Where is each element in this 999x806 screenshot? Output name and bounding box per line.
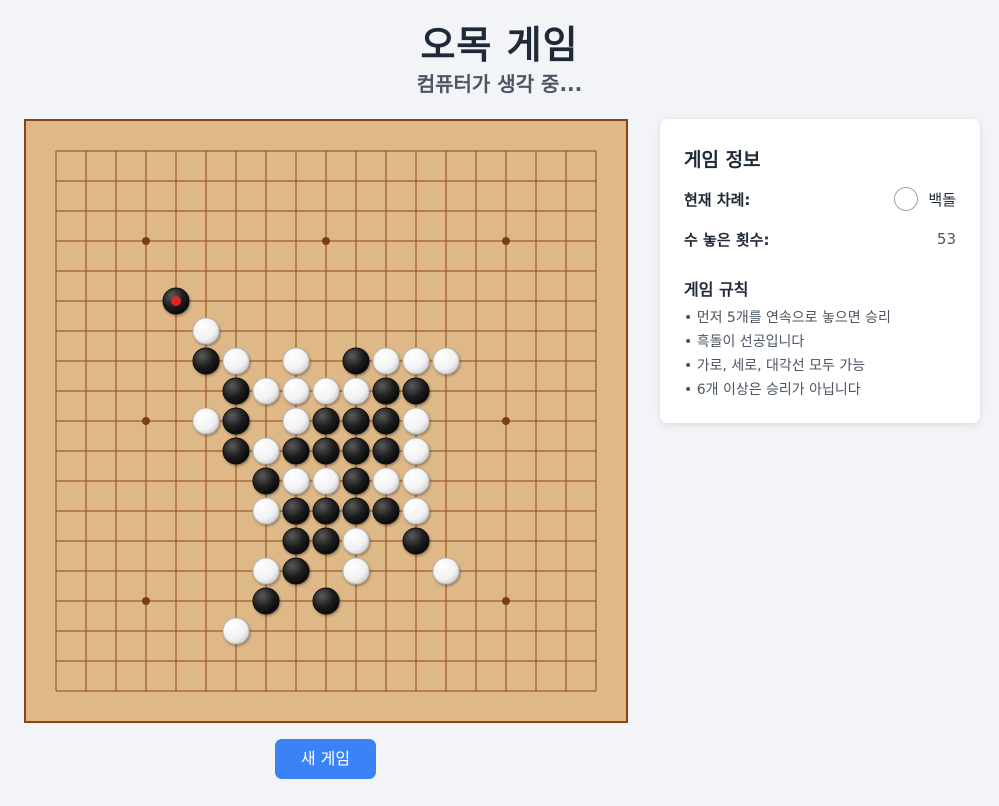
new-game-button[interactable]: 새 게임 — [275, 739, 376, 779]
white-stone — [222, 347, 250, 375]
board-grid[interactable] — [26, 121, 626, 721]
white-stone — [252, 437, 280, 465]
black-stone — [282, 437, 310, 465]
white-stone — [402, 407, 430, 435]
black-stone — [372, 377, 400, 405]
white-stone — [402, 347, 430, 375]
white-stone — [282, 377, 310, 405]
white-stone — [282, 347, 310, 375]
white-stone — [342, 527, 370, 555]
game-status: 컴퓨터가 생각 중... — [416, 72, 583, 96]
black-stone — [282, 497, 310, 525]
white-stone — [252, 377, 280, 405]
white-stone — [312, 467, 340, 495]
black-stone — [372, 407, 400, 435]
star-point — [502, 417, 510, 425]
rule-item: 가로, 세로, 대각선 모두 가능 — [684, 354, 891, 378]
rule-item: 흑돌이 선공입니다 — [684, 330, 891, 354]
moves-value: 53 — [936, 230, 956, 248]
star-point — [322, 237, 330, 245]
game-info-panel: 게임 정보 현재 차례: 백돌 수 놓은 횟수: 53 게임 규칙 먼저 5개를… — [660, 119, 980, 423]
black-stone — [402, 377, 430, 405]
moves-row: 수 놓은 횟수: 53 — [684, 225, 956, 253]
black-stone — [192, 347, 220, 375]
turn-indicator: 백돌 — [894, 187, 956, 211]
rule-item: 먼저 5개를 연속으로 놓으면 승리 — [684, 306, 891, 330]
white-stone — [432, 557, 460, 585]
star-point — [142, 417, 150, 425]
white-stone — [252, 497, 280, 525]
black-stone — [222, 407, 250, 435]
black-stone — [342, 347, 370, 375]
white-stone — [282, 407, 310, 435]
black-stone — [222, 377, 250, 405]
white-stone — [402, 497, 430, 525]
info-title: 게임 정보 — [684, 149, 761, 171]
star-point — [142, 237, 150, 245]
moves-label: 수 놓은 횟수: — [684, 230, 770, 249]
black-stone — [312, 527, 340, 555]
page-title: 오목 게임 — [420, 23, 579, 67]
black-stone — [312, 437, 340, 465]
star-point — [502, 597, 510, 605]
white-stone — [402, 467, 430, 495]
white-stone — [192, 317, 220, 345]
black-stone — [342, 407, 370, 435]
white-stone — [372, 467, 400, 495]
black-stone — [312, 587, 340, 615]
white-stone — [312, 377, 340, 405]
turn-row: 현재 차례: 백돌 — [684, 185, 956, 213]
white-stone — [342, 377, 370, 405]
white-stone — [252, 557, 280, 585]
black-stone — [282, 557, 310, 585]
white-stone — [222, 617, 250, 645]
black-stone — [252, 587, 280, 615]
black-stone — [372, 437, 400, 465]
black-stone — [312, 407, 340, 435]
turn-value: 백돌 — [928, 190, 956, 209]
omok-board[interactable] — [24, 119, 628, 723]
star-point — [502, 237, 510, 245]
black-stone — [402, 527, 430, 555]
star-point — [142, 597, 150, 605]
white-stone-icon — [894, 187, 919, 211]
black-stone — [342, 437, 370, 465]
white-stone — [372, 347, 400, 375]
black-stone — [372, 497, 400, 525]
black-stone — [312, 497, 340, 525]
white-stone — [432, 347, 460, 375]
last-move-marker — [171, 296, 181, 306]
black-stone — [222, 437, 250, 465]
white-stone — [402, 437, 430, 465]
white-stone — [282, 467, 310, 495]
black-stone — [282, 527, 310, 555]
white-stone — [192, 407, 220, 435]
rules-title: 게임 규칙 — [684, 280, 749, 299]
black-stone — [252, 467, 280, 495]
rule-item: 6개 이상은 승리가 아닙니다 — [684, 378, 891, 402]
black-stone — [342, 497, 370, 525]
rules-list: 먼저 5개를 연속으로 놓으면 승리 흑돌이 선공입니다 가로, 세로, 대각선… — [684, 306, 891, 402]
black-stone — [342, 467, 370, 495]
turn-label: 현재 차례: — [684, 190, 751, 209]
white-stone — [342, 557, 370, 585]
